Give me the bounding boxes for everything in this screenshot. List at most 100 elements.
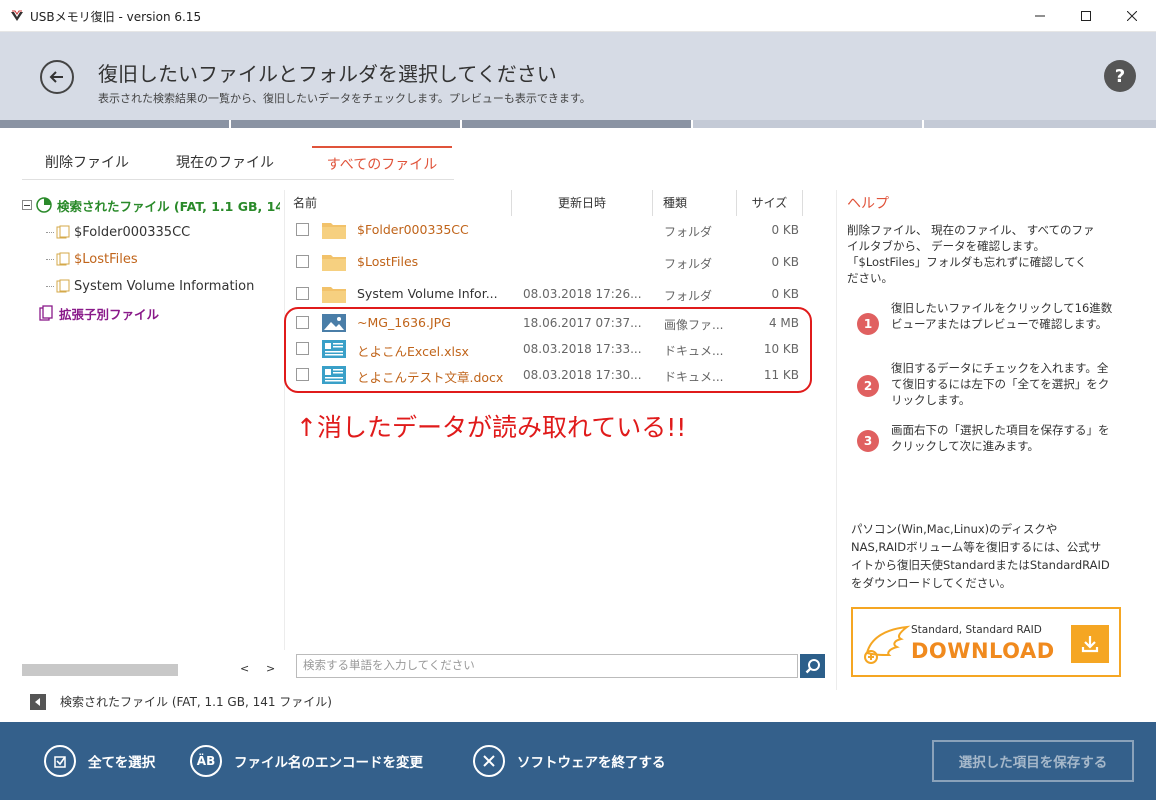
chevron-left-icon[interactable]: < (240, 662, 249, 675)
row-checkbox[interactable] (296, 255, 309, 268)
search-input[interactable] (296, 654, 798, 678)
promo-text: パソコン(Win,Mac,Linux)のディスクやNAS,RAIDボリューム等を… (851, 522, 1110, 590)
file-type: フォルダ (664, 225, 713, 239)
files-stack-icon (39, 305, 53, 321)
select-all-label: 全てを選択 (88, 755, 156, 771)
file-type: フォルダ (664, 289, 713, 303)
table-row[interactable]: $Folder000335CC フォルダ 0 KB (285, 217, 805, 243)
folder-outline-icon (56, 225, 70, 239)
select-all-button[interactable]: 全てを選択 (44, 744, 155, 778)
tree-item-folder000335cc[interactable]: $Folder000335CC (46, 221, 190, 243)
download-label: DOWNLOAD (911, 639, 1055, 663)
file-name: $LostFiles (357, 254, 419, 269)
tree-horizontal-scrollbar[interactable]: < > (22, 662, 280, 678)
highlight-annotation-box (284, 307, 812, 393)
download-button[interactable] (1071, 625, 1109, 663)
progress-step (462, 120, 693, 128)
help-panel: ヘルプ 削除ファイル、 現在のファイル、 すべてのファイルタブから、 データを確… (836, 190, 1156, 690)
folder-tree: 検索されたファイル (FAT, 1.1 GB, 141 ファイル) $Folde… (22, 190, 280, 660)
download-banner[interactable]: Standard, Standard RAID DOWNLOAD (851, 607, 1121, 677)
download-icon (1081, 636, 1099, 653)
annotation-text: ↑消したデータが読み取れている!! (296, 413, 687, 442)
collapse-panel-button[interactable] (30, 694, 46, 710)
window-title: USBメモリ復旧 - version 6.15 (30, 10, 202, 24)
arrow-left-icon (49, 71, 63, 83)
step-progress (0, 120, 1156, 128)
folder-outline-icon (56, 279, 70, 293)
tree-item-label: $Folder000335CC (74, 224, 191, 240)
title-bar: USBメモリ復旧 - version 6.15 (0, 0, 1156, 32)
step-text: 画面右下の「選択した項目を保存する」をクリックして次に進みます。 (891, 423, 1110, 453)
tab-all-files[interactable]: すべてのファイル (312, 146, 452, 180)
progress-step (693, 120, 924, 128)
step-text: 復旧したいファイルをクリックして16進数ビューアまたはプレビューで確認します。 (891, 301, 1113, 331)
angel-wing-icon (864, 625, 911, 664)
tab-deleted-files[interactable]: 削除ファイル (22, 146, 152, 180)
tree-item-label: 拡張子別ファイル (59, 306, 160, 322)
row-checkbox[interactable] (296, 223, 309, 236)
select-all-icon (44, 745, 76, 777)
page-title: 復旧したいファイルとフォルダを選択してください (98, 62, 557, 86)
collapse-icon[interactable] (22, 200, 32, 210)
search-icon (805, 659, 820, 674)
file-type: フォルダ (664, 257, 713, 271)
quit-software-button[interactable]: ソフトウェアを終了する (473, 744, 666, 778)
folder-outline-icon (56, 252, 70, 266)
step-number: 3 (857, 430, 879, 452)
status-bar: 検索されたファイル (FAT, 1.1 GB, 141 ファイル) (0, 686, 1156, 716)
page-header: 復旧したいファイルとフォルダを選択してください 表示された検索結果の一覧から、復… (0, 32, 1156, 120)
column-header-name[interactable]: 名前 (293, 190, 513, 216)
change-encoding-button[interactable]: ÄB ファイル名のエンコードを変更 (190, 744, 423, 778)
tree-item-system-volume-information[interactable]: System Volume Information (46, 275, 254, 297)
step-text: 復旧するデータにチェックを入れます。全て復旧するには左下の「全てを選択」をクリッ… (891, 361, 1110, 407)
column-header-date[interactable]: 更新日時 (511, 190, 653, 216)
download-subtitle: Standard, Standard RAID (911, 624, 1042, 636)
step-number: 1 (857, 313, 879, 335)
tree-root-item[interactable]: 検索されたファイル (FAT, 1.1 GB, 141 ファイル) (22, 194, 280, 216)
table-row[interactable]: $LostFiles フォルダ 0 KB (285, 249, 805, 275)
progress-step (231, 120, 462, 128)
column-header-size[interactable]: サイズ (737, 190, 803, 216)
close-button[interactable] (1109, 0, 1155, 32)
minimize-button[interactable] (1017, 0, 1063, 32)
maximize-button[interactable] (1063, 0, 1109, 32)
change-encoding-label: ファイル名のエンコードを変更 (234, 755, 423, 771)
footer-toolbar: 全てを選択 ÄB ファイル名のエンコードを変更 ソフトウェアを終了する 選択した… (0, 722, 1156, 800)
file-name: System Volume Infor... (357, 286, 498, 301)
file-date: 08.03.2018 17:26... (523, 287, 642, 301)
progress-step (924, 120, 1156, 128)
search-button[interactable] (800, 654, 825, 678)
close-circle-icon (473, 745, 505, 777)
save-selected-button[interactable]: 選択した項目を保存する (932, 740, 1134, 782)
quit-software-label: ソフトウェアを終了する (517, 755, 666, 771)
tree-item-lostfiles[interactable]: $LostFiles (46, 248, 138, 270)
tree-item-label: $LostFiles (74, 251, 138, 267)
help-button[interactable]: ? (1104, 60, 1136, 92)
folder-icon (322, 223, 346, 239)
maximize-icon (1081, 11, 1091, 21)
file-size: 0 KB (771, 223, 799, 237)
question-icon: ? (1114, 65, 1126, 87)
table-row[interactable]: System Volume Infor... 08.03.2018 17:26.… (285, 281, 805, 307)
file-size: 0 KB (771, 287, 799, 301)
status-text: 検索されたファイル (FAT, 1.1 GB, 141 ファイル) (60, 695, 332, 709)
row-checkbox[interactable] (296, 287, 309, 300)
step-number: 2 (857, 375, 879, 397)
minimize-icon (1035, 15, 1045, 17)
close-icon (1127, 11, 1137, 21)
help-description: 削除ファイル、 現在のファイル、 すべてのファイルタブから、 データを確認します… (847, 223, 1095, 285)
chevron-right-icon[interactable]: > (266, 662, 275, 675)
tree-root-label: 検索されたファイル (FAT, 1.1 GB, 141 ファイル) (57, 198, 280, 214)
tree-item-label: System Volume Information (74, 278, 255, 294)
column-header-type[interactable]: 種類 (655, 190, 737, 216)
tree-item-files-by-extension[interactable]: 拡張子別ファイル (38, 302, 159, 324)
folder-icon (322, 255, 346, 271)
app-logo-icon (11, 10, 23, 21)
tab-current-files[interactable]: 現在のファイル (160, 146, 290, 180)
back-button[interactable] (40, 60, 74, 94)
triangle-left-icon (35, 698, 40, 706)
encoding-icon: ÄB (190, 745, 222, 777)
scrollbar-thumb[interactable] (22, 664, 178, 676)
file-tabs: 削除ファイル 現在のファイル すべてのファイル (22, 146, 454, 180)
help-title: ヘルプ (847, 196, 889, 212)
